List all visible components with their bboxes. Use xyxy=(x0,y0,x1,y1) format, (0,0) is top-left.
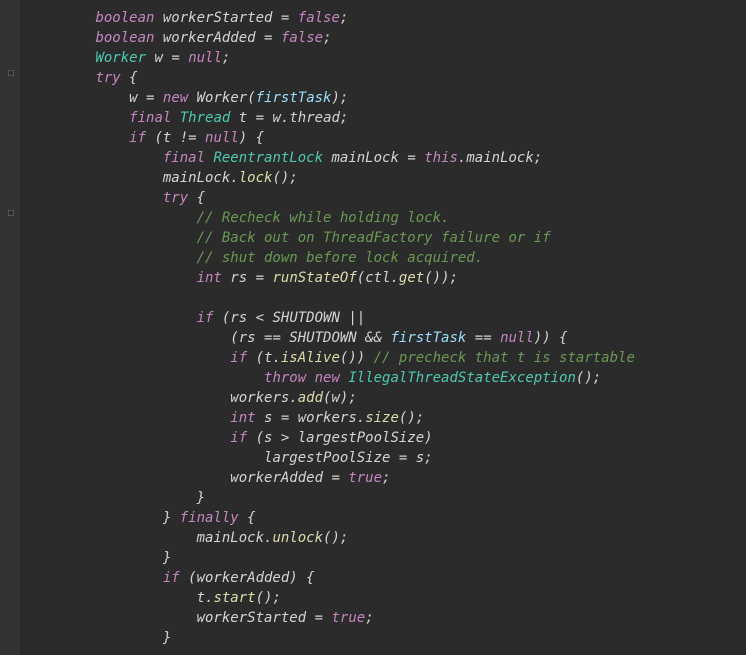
code-line: try { xyxy=(28,68,746,88)
editor-gutter xyxy=(0,0,20,655)
code-line xyxy=(28,288,746,308)
code-line: final ReentrantLock mainLock = this.main… xyxy=(28,148,746,168)
code-line: int rs = runStateOf(ctl.get()); xyxy=(28,268,746,288)
code-line: try { xyxy=(28,188,746,208)
code-line: throw new IllegalThreadStateException(); xyxy=(28,368,746,388)
code-line: // Recheck while holding lock. xyxy=(28,208,746,228)
code-line: largestPoolSize = s; xyxy=(28,448,746,468)
code-line: boolean workerStarted = false; xyxy=(28,8,746,28)
fold-marker[interactable] xyxy=(8,70,14,76)
code-line: mainLock.lock(); xyxy=(28,168,746,188)
code-line: final Thread t = w.thread; xyxy=(28,108,746,128)
code-line: workerStarted = true; xyxy=(28,608,746,628)
code-line: // Back out on ThreadFactory failure or … xyxy=(28,228,746,248)
code-line: // shut down before lock acquired. xyxy=(28,248,746,268)
code-line: workers.add(w); xyxy=(28,388,746,408)
code-editor[interactable]: boolean workerStarted = false; boolean w… xyxy=(0,8,746,648)
code-line: } xyxy=(28,628,746,648)
code-line: } xyxy=(28,488,746,508)
code-line: mainLock.unlock(); xyxy=(28,528,746,548)
code-line: } xyxy=(28,548,746,568)
code-line: (rs == SHUTDOWN && firstTask == null)) { xyxy=(28,328,746,348)
code-line: if (workerAdded) { xyxy=(28,568,746,588)
code-line: w = new Worker(firstTask); xyxy=(28,88,746,108)
code-line: if (t != null) { xyxy=(28,128,746,148)
code-line: t.start(); xyxy=(28,588,746,608)
code-line: int s = workers.size(); xyxy=(28,408,746,428)
code-line: Worker w = null; xyxy=(28,48,746,68)
code-line: if (rs < SHUTDOWN || xyxy=(28,308,746,328)
fold-marker[interactable] xyxy=(8,210,14,216)
code-line: } finally { xyxy=(28,508,746,528)
code-line: workerAdded = true; xyxy=(28,468,746,488)
code-line: if (t.isAlive()) // precheck that t is s… xyxy=(28,348,746,368)
code-line: boolean workerAdded = false; xyxy=(28,28,746,48)
code-line: if (s > largestPoolSize) xyxy=(28,428,746,448)
